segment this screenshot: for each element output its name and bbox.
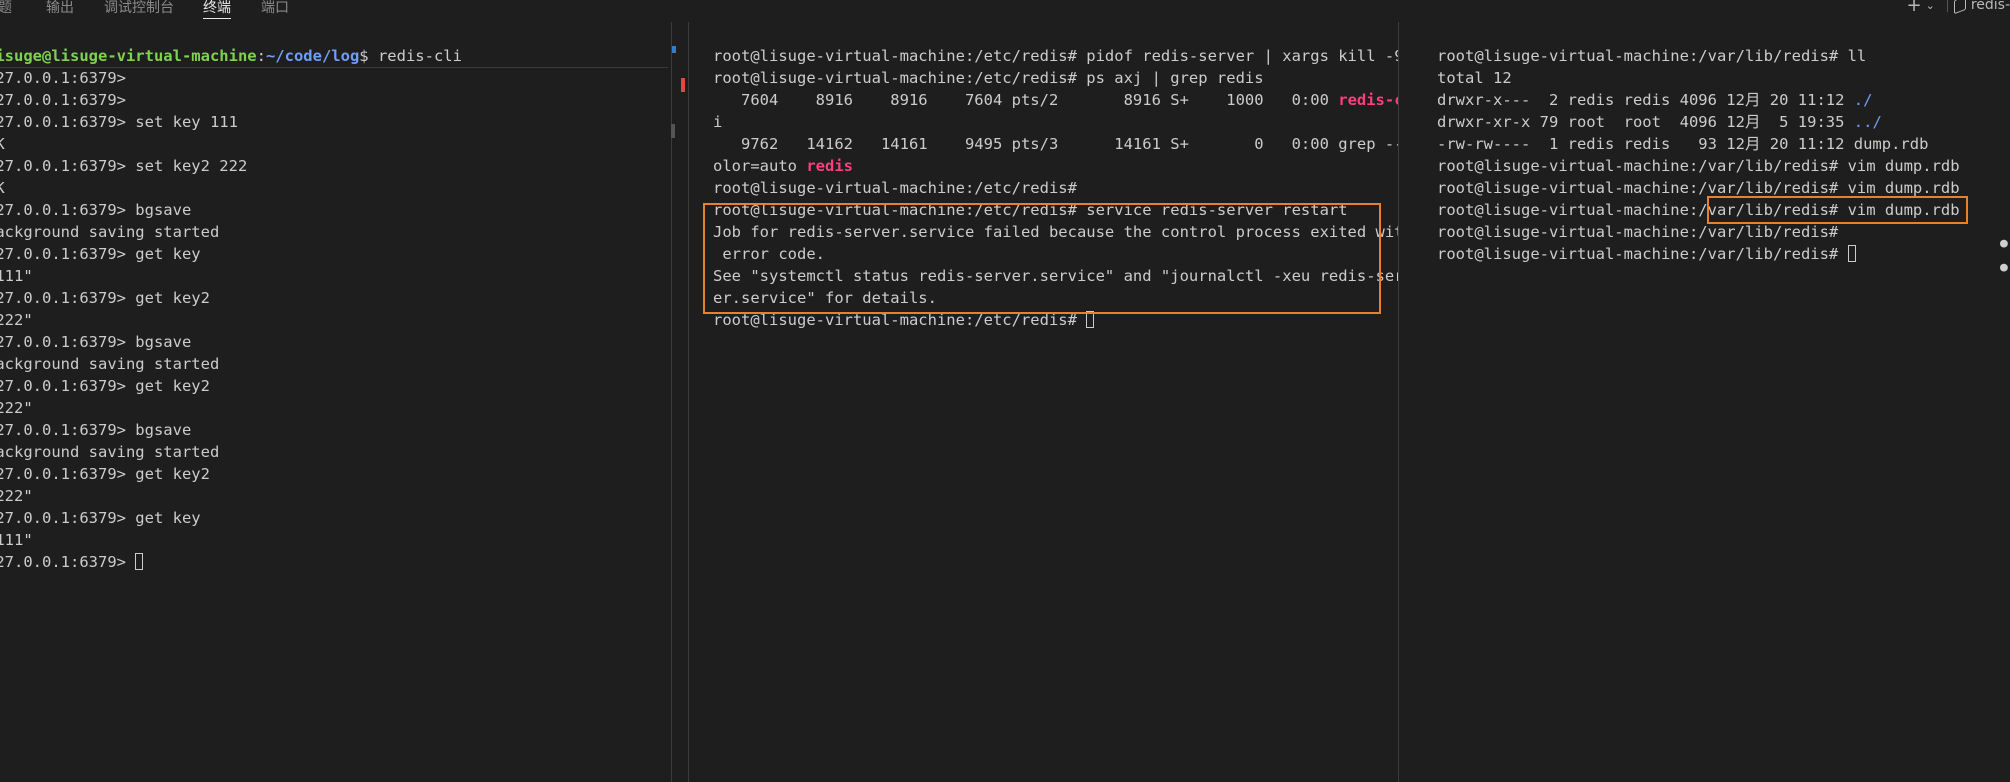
terminal-line: 127.0.0.1:6379> set key2 222 [0, 157, 248, 175]
chevron-down-icon[interactable]: ⌄ [1926, 0, 1935, 12]
prompt-command: $ redis-cli [359, 47, 462, 65]
error-line: er.service" for details. [713, 289, 937, 307]
terminal-pane-var-lib-redis[interactable]: root@lisuge-virtual-machine:/var/lib/red… [1410, 22, 2010, 782]
terminal-pane-redis-cli[interactable]: lisuge@lisuge-virtual-machine:~/code/log… [0, 22, 668, 782]
terminal-output: root@lisuge-virtual-machine:/etc/redis# … [713, 45, 1398, 331]
terminal-prompt: 127.0.0.1:6379> [0, 553, 136, 571]
terminal-line: "222" [0, 399, 33, 417]
panel-tab-bar: 题 输出 调试控制台 终端 端口 + ⌄ redis- [0, 0, 2010, 19]
terminal-output: lisuge@lisuge-virtual-machine:~/code/log… [0, 45, 462, 573]
tab-debug-console[interactable]: 调试控制台 [104, 0, 174, 17]
terminal-line: root@lisuge-virtual-machine:/etc/redis# [713, 179, 1077, 197]
dir-name: ./ [1853, 91, 1873, 109]
terminal-line: 127.0.0.1:6379> set key 111 [0, 113, 238, 131]
grep-match: redis-cl [1338, 91, 1398, 109]
terminal-line: root@lisuge-virtual-machine:/etc/redis# … [713, 201, 1348, 219]
scroll-marker [681, 78, 685, 92]
terminal-line: root@lisuge-virtual-machine:/var/lib/red… [1437, 223, 1839, 241]
terminal-name[interactable]: redis- [1971, 0, 2010, 13]
terminal-line: 127.0.0.1:6379> get key2 [0, 289, 210, 307]
terminal-line: -rw-rw---- 1 redis redis 93 12月 20 11:12… [1437, 135, 1929, 153]
terminal-cursor [135, 553, 144, 570]
terminal-toolbar: + ⌄ redis- [1907, 0, 2010, 16]
prompt-underline [0, 67, 668, 68]
scroll-marker [672, 46, 676, 53]
terminal-output: root@lisuge-virtual-machine:/var/lib/red… [1437, 45, 1960, 265]
terminal-line: total 12 [1437, 69, 1512, 87]
terminal-line: 7604 8916 8916 7604 pts/2 8916 S+ 1000 0… [713, 91, 1339, 109]
terminal-line: root@lisuge-virtual-machine:/var/lib/red… [1437, 201, 1960, 219]
tab-ports[interactable]: 端口 [261, 0, 289, 17]
terminal-icon [1953, 0, 1966, 15]
terminal-line: olor=auto [713, 157, 807, 175]
terminal-line: drwxr-xr-x 79 root root 4096 12月 5 19:35 [1437, 113, 1854, 131]
terminal-line: 127.0.0.1:6379> bgsave [0, 421, 192, 439]
prompt-user: lisuge@lisuge-virtual-machine [0, 47, 257, 65]
prompt-path: ~/code/log [265, 47, 360, 65]
terminal-line: 127.0.0.1:6379> get key [0, 509, 201, 527]
terminal-line: 127.0.0.1:6379> get key2 [0, 377, 210, 395]
terminal-line: OK [0, 135, 5, 153]
terminal-line: OK [0, 179, 5, 197]
terminal-line: 127.0.0.1:6379> get key2 [0, 465, 210, 483]
terminal-line: root@lisuge-virtual-machine:/var/lib/red… [1437, 157, 1960, 175]
new-terminal-icon[interactable]: + [1907, 0, 1922, 16]
terminal-line: 127.0.0.1:6379> bgsave [0, 201, 192, 219]
terminal-line: 9762 14162 14161 9495 pts/3 14161 S+ 0 0… [713, 135, 1398, 153]
vscode-terminal-panel: 题 输出 调试控制台 终端 端口 + ⌄ redis- lisuge@lisug… [0, 0, 2010, 782]
terminal-line: root@lisuge-virtual-machine:/etc/redis# … [713, 69, 1264, 87]
grep-match: redis [806, 157, 853, 175]
dir-name: ../ [1853, 113, 1882, 131]
scrollbar-thumb[interactable] [671, 124, 675, 138]
terminal-cursor [1847, 245, 1856, 262]
terminal-prompt: root@lisuge-virtual-machine:/var/lib/red… [1437, 245, 1848, 263]
toolbar-separator [1946, 0, 1948, 12]
error-line: error code. [713, 245, 825, 263]
terminal-pane-etc-redis[interactable]: root@lisuge-virtual-machine:/etc/redis# … [689, 22, 1398, 782]
terminal-line: root@lisuge-virtual-machine:/var/lib/red… [1437, 47, 1867, 65]
terminal-line: i [713, 113, 723, 131]
terminal-line: "111" [0, 531, 33, 549]
terminal-prompt: root@lisuge-virtual-machine:/etc/redis# [713, 311, 1087, 329]
terminal-line: 127.0.0.1:6379> [0, 91, 126, 109]
tab-problems[interactable]: 题 [0, 0, 12, 17]
terminal-line: Background saving started [0, 443, 220, 461]
error-line: Job for redis-server.service failed beca… [713, 223, 1398, 241]
terminal-line: "222" [0, 311, 33, 329]
terminal-line: root@lisuge-virtual-machine:/var/lib/red… [1437, 179, 1960, 197]
error-line: See "systemctl status redis-server.servi… [713, 267, 1398, 285]
terminal-line: drwxr-x--- 2 redis redis 4096 12月 20 11:… [1437, 91, 1854, 109]
edge-glyph-icon: ● [2000, 236, 2008, 251]
tab-output[interactable]: 输出 [46, 0, 74, 17]
terminal-line: 127.0.0.1:6379> [0, 69, 126, 87]
terminal-line: 127.0.0.1:6379> bgsave [0, 333, 192, 351]
edge-glyph-icon: ● [2000, 260, 2008, 275]
terminal-line: 127.0.0.1:6379> get key [0, 245, 201, 263]
terminal-line: "222" [0, 487, 33, 505]
terminal-line: root@lisuge-virtual-machine:/etc/redis# … [713, 47, 1398, 65]
terminal-cursor [1086, 311, 1095, 328]
terminal-line: "111" [0, 267, 33, 285]
pane-divider[interactable] [1398, 22, 1399, 782]
terminal-line: Background saving started [0, 223, 220, 241]
tab-terminal[interactable]: 终端 [203, 0, 231, 19]
terminal-line: Background saving started [0, 355, 220, 373]
